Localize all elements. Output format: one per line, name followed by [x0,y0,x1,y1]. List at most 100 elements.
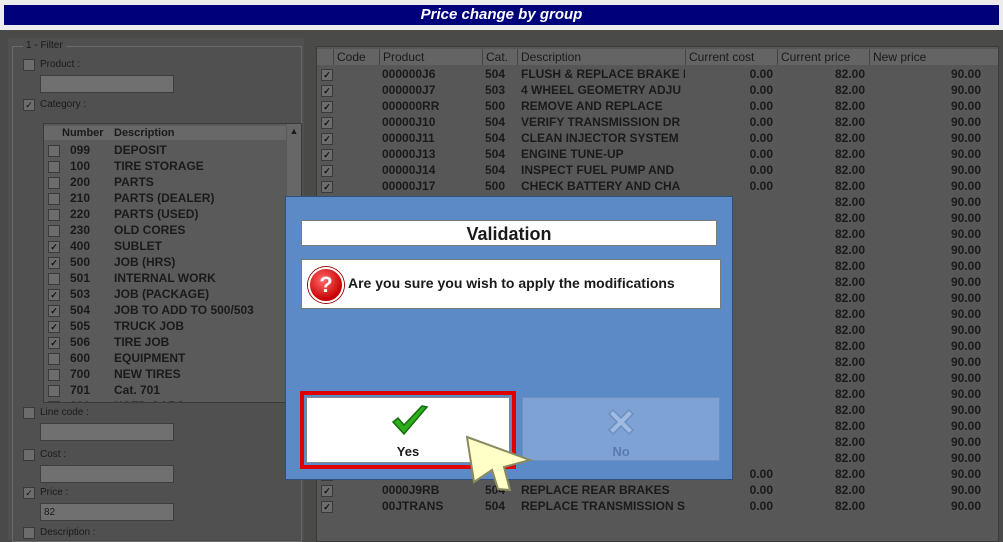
grid-cell-new-price: 90.00 [950,403,981,417]
category-row-number: 600 [70,351,91,365]
category-row-checkbox[interactable] [48,209,60,221]
category-row[interactable]: 210 PARTS (DEALER) [44,190,286,206]
grid-row-checkbox[interactable]: ✓ [321,101,333,113]
grid-cell-description: REPLACE TRANSMISSION S [521,499,685,513]
category-row-checkbox[interactable] [48,193,60,205]
description-checkbox[interactable] [23,527,35,539]
grid-row[interactable]: ✓ 00000J13 504 ENGINE TUNE-UP 0.00 82.00 90.00 [317,146,998,162]
grid-row[interactable]: ✓ 00000J14 504 INSPECT FUEL PUMP AND 0.00 82.… [317,162,998,178]
category-row-checkbox[interactable]: ✓ [48,305,60,317]
category-row[interactable]: 100 TIRE STORAGE [44,158,286,174]
grid-row-checkbox[interactable]: ✓ [321,501,333,513]
grid-row-checkbox[interactable]: ✓ [321,181,333,193]
grid-row[interactable]: ✓ 00000J17 500 CHECK BATTERY AND CHA 0.00 82.… [317,178,998,194]
category-row-checkbox[interactable] [48,177,60,189]
grid-cell-description: CHECK BATTERY AND CHA [521,179,681,193]
product-checkbox[interactable] [23,59,35,71]
category-row-number: 701 [70,383,91,397]
category-row-checkbox[interactable] [48,401,60,402]
filter-panel: 1 - Filter Product : ✓ Category : Number… [8,38,304,542]
line-code-input[interactable] [40,423,174,441]
grid-cell-current-cost: 0.00 [749,115,773,129]
product-label: Product : [40,59,81,70]
category-row-checkbox[interactable]: ✓ [48,257,60,269]
category-row[interactable]: ✓ 505 TRUCK JOB [44,318,286,334]
cost-checkbox[interactable] [23,449,35,461]
grid-row[interactable]: ✓ 000000J7 503 4 WHEEL GEOMETRY ADJU 0.00 82.… [317,82,998,98]
scroll-up-icon[interactable]: ▲ [287,126,301,138]
grid-row-checkbox[interactable]: ✓ [321,117,333,129]
grid-cell-current-cost: 0.00 [749,147,773,161]
category-row-checkbox[interactable] [48,385,60,397]
grid-row-checkbox[interactable]: ✓ [321,165,333,177]
category-row-description: TRUCK JOB [114,319,185,333]
grid-header-cat: Cat. [482,49,520,65]
grid-cell-current-price: 82.00 [834,387,865,401]
grid-row[interactable]: ✓ 00000J10 504 VERIFY TRANSMISSION DR 0.00 82… [317,114,998,130]
grid-cell-current-cost: 0.00 [749,483,773,497]
grid-cell-current-price: 82.00 [834,419,865,433]
cost-input[interactable] [40,465,174,483]
category-row[interactable]: 230 OLD CORES [44,222,286,238]
grid-cell-cat: 504 [485,115,506,129]
product-input[interactable] [40,75,174,93]
category-row-checkbox[interactable] [48,161,60,173]
category-row-description: SUBLET [114,239,162,253]
category-row[interactable]: 099 DEPOSIT [44,142,286,158]
grid-row[interactable]: ✓ 000000RR 500 REMOVE AND REPLACE 0.00 82.00 9… [317,98,998,114]
window-title: Price change by group [4,5,999,25]
category-row[interactable]: ✓ 506 TIRE JOB [44,334,286,350]
grid-cell-current-price: 82.00 [834,291,865,305]
dialog-message: Are you sure you wish to apply the modif… [348,275,675,291]
category-row[interactable]: ✓ 400 SUBLET [44,238,286,254]
grid-row-checkbox[interactable]: ✓ [321,485,333,497]
category-row[interactable]: 600 EQUIPMENT [44,350,286,366]
grid-row-checkbox[interactable]: ✓ [321,133,333,145]
category-row-checkbox[interactable]: ✓ [48,337,60,349]
grid-row[interactable]: ✓ 00000J11 504 CLEAN INJECTOR SYSTEM 0.00 82.… [317,130,998,146]
category-row[interactable]: ✓ 500 JOB (HRS) [44,254,286,270]
grid-row-checkbox[interactable]: ✓ [321,69,333,81]
category-row-checkbox[interactable]: ✓ [48,241,60,253]
grid-row-checkbox[interactable]: ✓ [321,149,333,161]
category-row-checkbox[interactable]: ✓ [48,321,60,333]
dialog-message-box: ? Are you sure you wish to apply the mod… [301,259,721,309]
category-row-checkbox[interactable] [48,369,60,381]
grid-cell-description: REPLACE REAR BRAKES [521,483,670,497]
grid-cell-cat: 500 [485,179,506,193]
description-label: Description : [40,527,96,538]
no-button[interactable]: No [522,397,720,461]
no-button-label: No [612,444,630,459]
category-checkbox[interactable]: ✓ [23,99,35,111]
category-row-checkbox[interactable] [48,145,60,157]
category-row[interactable]: ✓ 503 JOB (PACKAGE) [44,286,286,302]
price-checkbox[interactable]: ✓ [23,487,35,499]
grid-cell-new-price: 90.00 [950,339,981,353]
category-row-number: 504 [70,303,91,317]
grid-row[interactable]: ✓ 00JTRANS 504 REPLACE TRANSMISSION S 0.00 82… [317,498,998,514]
price-input[interactable]: 82 [40,503,174,521]
category-row-checkbox[interactable]: ✓ [48,289,60,301]
grid-cell-new-price: 90.00 [950,195,981,209]
category-row[interactable]: ✓ 504 JOB TO ADD TO 500/503 [44,302,286,318]
category-row[interactable]: 700 NEW TIRES [44,366,286,382]
grid-cell-current-price: 82.00 [834,467,865,481]
grid-cell-new-price: 90.00 [950,435,981,449]
grid-row[interactable]: ✓ 0000J9RB 504 REPLACE REAR BRAKES 0.00 82.00… [317,482,998,498]
category-row-checkbox[interactable] [48,353,60,365]
grid-cell-cat: 503 [485,83,506,97]
category-row-checkbox[interactable] [48,273,60,285]
grid-cell-new-price: 90.00 [950,371,981,385]
category-row-number: 200 [70,175,91,189]
category-row[interactable]: 220 PARTS (USED) [44,206,286,222]
grid-cell-new-price: 90.00 [950,483,981,497]
category-row[interactable]: 701 Cat. 701 [44,382,286,398]
category-row-checkbox[interactable] [48,225,60,237]
category-row[interactable]: 800 USED CARS [44,398,286,402]
line-code-checkbox[interactable] [23,407,35,419]
category-row[interactable]: 200 PARTS [44,174,286,190]
grid-row-checkbox[interactable]: ✓ [321,85,333,97]
category-row[interactable]: 501 INTERNAL WORK [44,270,286,286]
category-header-description: Description [114,127,175,139]
grid-row[interactable]: ✓ 000000J6 504 FLUSH & REPLACE BRAKE F 0.00 8… [317,66,998,82]
